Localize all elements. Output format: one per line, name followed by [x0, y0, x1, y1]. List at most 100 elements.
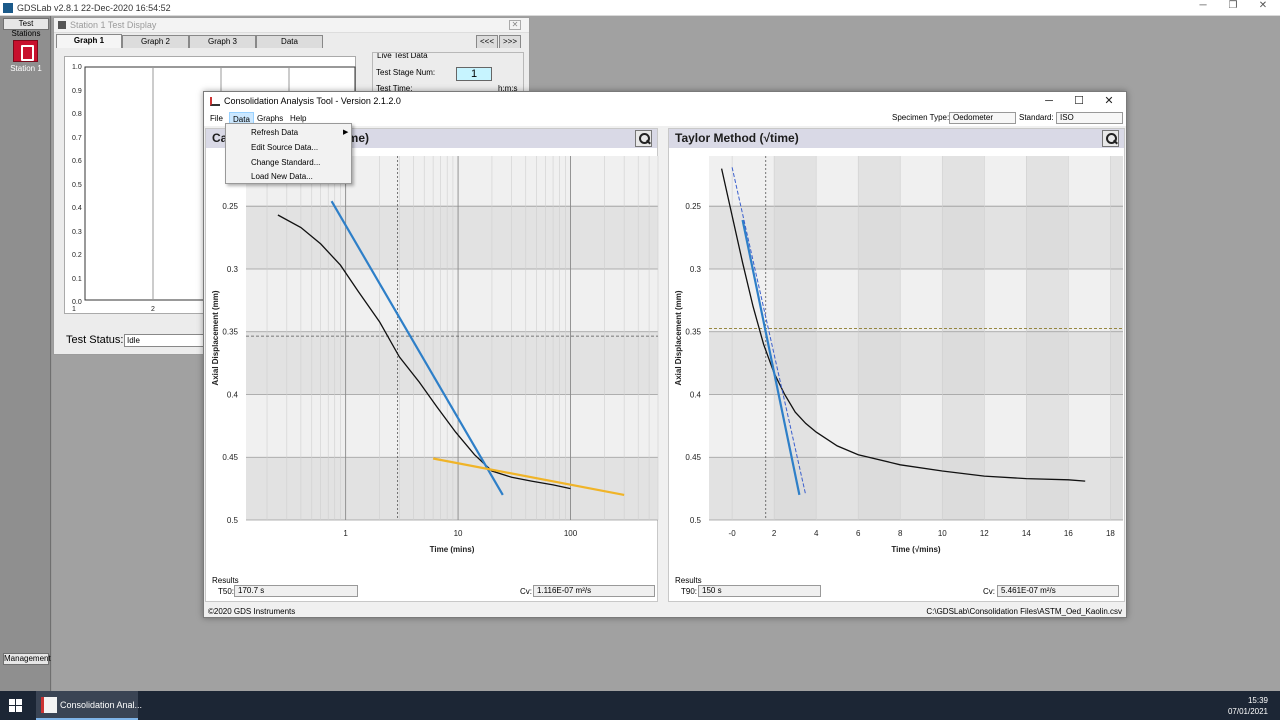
station-window-close-icon[interactable]: ✕ — [509, 20, 521, 30]
cat-minimize-icon[interactable]: ─ — [1034, 92, 1064, 111]
taylor-chart: 0.25 0.3 0.35 0.4 0.45 0.5 -0 2 4 6 8 10 12 14 16 18 Tim… — [674, 156, 1123, 554]
plot-vband — [774, 156, 817, 520]
y-tick-label: 0.4 — [227, 390, 239, 399]
taylor-title: Taylor Method (√time) — [669, 129, 1124, 148]
consolidation-app-icon — [41, 697, 57, 713]
close-icon[interactable]: ✕ — [1248, 0, 1278, 11]
plot-vband — [1026, 156, 1069, 520]
station-window-icon — [58, 21, 66, 29]
y-tick-label: 0.45 — [685, 453, 701, 462]
t90-label: T90: — [681, 587, 698, 596]
x-tick-label: -0 — [729, 529, 737, 538]
y-tick-label: 0.35 — [222, 328, 238, 337]
standard-field[interactable]: ISO — [1056, 112, 1123, 124]
x-tick-label: 2 — [772, 529, 777, 538]
casagrande-panel: Ca time) 0.25 0.3 0.35 0.4 0.45 0.5 1 10 100 Time … — [205, 128, 659, 602]
x-tick-label: 100 — [564, 529, 578, 538]
tab-prev-button[interactable]: <<< — [476, 35, 498, 48]
taskbar: Consolidation Anal... 15:39 07/01/2021 — [0, 691, 1280, 720]
x-tick-label: 12 — [980, 529, 989, 538]
y-tick-label: 0.3 — [227, 265, 239, 274]
test-stage-label: Test Stage Num: — [376, 68, 436, 77]
x-tick-label: 1 — [343, 529, 348, 538]
system-clock[interactable]: 15:39 07/01/2021 — [1228, 695, 1268, 717]
restore-icon[interactable]: ❐ — [1218, 0, 1248, 11]
station-icon[interactable] — [13, 40, 38, 62]
menu-item-refresh-data[interactable]: Refresh Data — [251, 128, 298, 137]
tab-graph-2[interactable]: Graph 2 — [122, 35, 189, 48]
x-tick-label: 18 — [1106, 529, 1115, 538]
copyright-text: ©2020 GDS Instruments — [208, 607, 296, 616]
clock-time: 15:39 — [1247, 696, 1268, 705]
left-station-panel: Test Stations Station 1 Management — [0, 16, 51, 691]
t50-label: T50: — [218, 587, 235, 596]
gdslab-titlebar: GDSLab v2.8.1 22-Dec-2020 16:54:52 ─ ❐ ✕ — [0, 0, 1280, 16]
station-y-tick: 0.8 — [72, 111, 82, 118]
plot-band — [246, 206, 658, 269]
minimize-icon[interactable]: ─ — [1188, 0, 1218, 11]
x-tick-label: 4 — [814, 529, 819, 538]
menu-item-edit-source-data[interactable]: Edit Source Data... — [251, 143, 318, 152]
cv-value-taylor: 5.461E-07 m²/s — [997, 585, 1119, 597]
casagrande-chart: 0.25 0.3 0.35 0.4 0.45 0.5 1 10 100 Time (mins) Ax… — [211, 156, 659, 554]
clock-date: 07/01/2021 — [1227, 707, 1268, 716]
gdslab-title: GDSLab v2.8.1 22-Dec-2020 16:54:52 — [17, 2, 171, 13]
x-axis-label: Time (√mins) — [891, 545, 940, 554]
gdslab-logo-icon — [3, 2, 13, 13]
menu-file[interactable]: File — [207, 112, 226, 125]
y-tick-label: 0.3 — [690, 265, 702, 274]
casagrande-zoom-icon[interactable] — [635, 130, 652, 147]
station-x-tick: 2 — [151, 306, 155, 313]
station-y-tick: 0.3 — [72, 228, 82, 236]
tab-graph-3[interactable]: Graph 3 — [189, 35, 256, 48]
x-tick-label: 10 — [938, 529, 947, 538]
t50-value: 170.7 s — [234, 585, 358, 597]
tab-data[interactable]: Data — [256, 35, 323, 48]
station-y-tick: 0.0 — [72, 299, 82, 306]
test-status-label: Test Status: — [66, 334, 124, 346]
menu-item-change-standard[interactable]: Change Standard... — [251, 158, 320, 167]
x-axis-label: Time (mins) — [430, 545, 475, 554]
cat-titlebar: Consolidation Analysis Tool - Version 2.… — [204, 92, 1126, 111]
station-x-tick: 1 — [72, 306, 76, 313]
y-axis-label: Axial Displacement (mm) — [211, 290, 220, 385]
taylor-zoom-icon[interactable] — [1102, 130, 1119, 147]
standard-label: Standard: — [1019, 113, 1054, 122]
test-status-field: Idle — [124, 334, 214, 347]
tab-next-button[interactable]: >>> — [499, 35, 521, 48]
taskbar-consolidation-app[interactable]: Consolidation Anal... — [36, 691, 142, 720]
management-button[interactable]: Management — [3, 653, 51, 665]
y-tick-label: 0.5 — [690, 516, 702, 525]
station-y-tick: 0.4 — [72, 205, 82, 212]
cv-value-casagrande: 1.116E-07 m²/s — [533, 585, 655, 597]
plot-band — [246, 331, 658, 395]
y-axis-label: Axial Displacement (mm) — [674, 290, 683, 385]
station-label[interactable]: Station 1 — [4, 64, 48, 73]
x-tick-label: 10 — [454, 529, 463, 538]
y-tick-label: 0.5 — [227, 516, 239, 525]
cat-window-title: Consolidation Analysis Tool - Version 2.… — [224, 96, 401, 106]
tab-graph-1[interactable]: Graph 1 — [56, 34, 122, 48]
cat-maximize-icon[interactable]: ☐ — [1064, 92, 1094, 111]
specimen-type-field[interactable]: Oedometer — [949, 112, 1016, 124]
test-stations-button[interactable]: Test Stations — [3, 18, 49, 38]
cat-close-icon[interactable]: ✕ — [1094, 92, 1124, 111]
station-y-tick: 0.7 — [72, 134, 82, 142]
t90-value: 150 s — [698, 585, 821, 597]
station-y-tick: 0.5 — [72, 181, 82, 189]
menu-item-load-new-data[interactable]: Load New Data... — [251, 172, 313, 181]
x-tick-label: 6 — [856, 529, 861, 538]
taylor-panel: Taylor Method (√time) 0.25 0.3 0.35 0.4 0.45… — [668, 128, 1125, 602]
cv-label-taylor: Cv: — [983, 587, 995, 596]
y-tick-label: 0.25 — [685, 202, 701, 211]
station-y-tick: 0.9 — [72, 87, 82, 95]
station-window-titlebar: Station 1 Test Display ✕ — [54, 18, 529, 33]
station-y-tick: 0.1 — [72, 275, 82, 283]
x-tick-label: 14 — [1022, 529, 1031, 538]
station-window-title: Station 1 Test Display — [70, 20, 157, 30]
plot-vband — [942, 156, 985, 520]
y-tick-label: 0.35 — [685, 328, 701, 337]
plot-vband — [858, 156, 901, 520]
windows-start-icon[interactable] — [9, 699, 22, 712]
taylor-results-label: Results — [675, 576, 702, 585]
